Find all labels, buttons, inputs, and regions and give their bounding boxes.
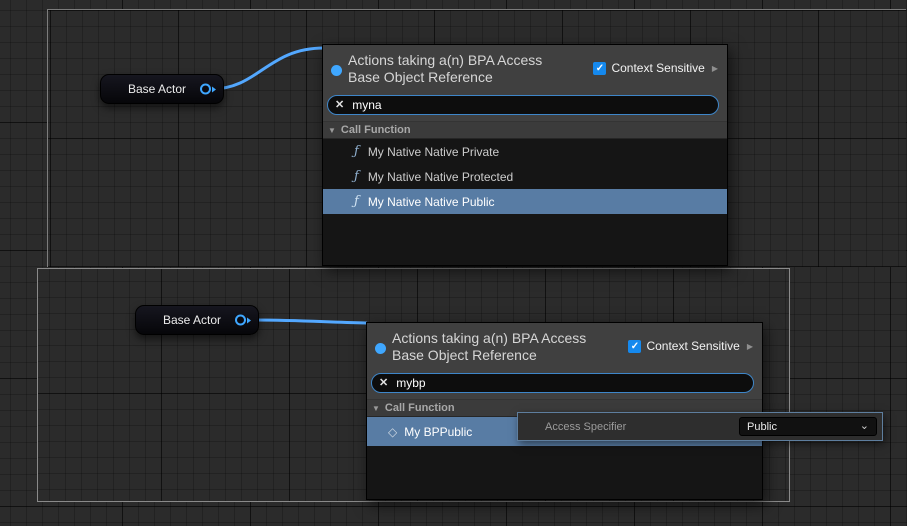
context-action-menu-bottom: Actions taking a(n) BPA Access Base Obje… [366, 322, 763, 500]
expand-arrow-icon[interactable]: ▶ [712, 64, 718, 73]
clear-search-icon[interactable]: ✕ [379, 378, 388, 389]
search-row: ✕ mybp [367, 371, 762, 399]
blueprint-function-diamond-icon: ◇ [388, 425, 397, 439]
context-sensitive-label: Context Sensitive [646, 339, 739, 353]
search-value: mybp [396, 376, 425, 390]
function-icon: ƒ [354, 144, 359, 159]
function-icon: ƒ [354, 169, 359, 184]
function-icon: ƒ [354, 194, 359, 209]
list-item-selected[interactable]: ƒ My Native Native Public [323, 189, 727, 214]
context-sensitive-checkbox[interactable]: ✓ [628, 340, 641, 353]
pin-arrow-icon [247, 317, 251, 323]
expand-arrow-icon[interactable]: ▶ [747, 342, 753, 351]
pin-circle-icon [200, 84, 211, 95]
search-row: ✕ myna [323, 93, 727, 121]
output-pin-icon[interactable] [235, 315, 251, 326]
list-item[interactable]: ƒ My Native Native Private [323, 139, 727, 164]
base-actor-node-top[interactable]: Base Actor [100, 74, 224, 104]
pin-arrow-icon [212, 86, 216, 92]
list-item[interactable]: ƒ My Native Native Protected [323, 164, 727, 189]
context-sensitive-checkbox[interactable]: ✓ [593, 62, 606, 75]
category-label: Call Function [385, 402, 455, 414]
object-pin-icon [375, 343, 386, 354]
category-call-function[interactable]: ▼ Call Function [323, 121, 727, 139]
chevron-down-icon: ⌄ [860, 422, 869, 431]
dropdown-value: Public [747, 421, 777, 433]
object-pin-icon [331, 65, 342, 76]
category-label: Call Function [341, 124, 411, 136]
pin-circle-icon [235, 315, 246, 326]
blueprint-editor: Base Actor Base Actor Actions taking a(n… [0, 0, 907, 526]
item-label: My Native Native Private [368, 145, 499, 159]
context-action-menu-top: Actions taking a(n) BPA Access Base Obje… [322, 44, 728, 266]
menu-header: Actions taking a(n) BPA Access Base Obje… [367, 323, 762, 371]
search-input[interactable]: ✕ myna [327, 95, 719, 115]
context-sensitive-toggle[interactable]: ✓ Context Sensitive ▶ [628, 339, 753, 353]
item-label: My BPPublic [404, 425, 472, 439]
search-value: myna [352, 98, 381, 112]
action-list: ƒ My Native Native Private ƒ My Native N… [323, 139, 727, 265]
access-specifier-dropdown[interactable]: Public ⌄ [739, 417, 877, 436]
node-label: Base Actor [128, 82, 186, 96]
context-sensitive-label: Context Sensitive [611, 61, 704, 75]
base-actor-node-bottom[interactable]: Base Actor [135, 305, 259, 335]
menu-header: Actions taking a(n) BPA Access Base Obje… [323, 45, 727, 93]
clear-search-icon[interactable]: ✕ [335, 100, 344, 111]
access-specifier-panel: Access Specifier Public ⌄ [517, 412, 883, 441]
node-label: Base Actor [163, 313, 221, 327]
collapse-arrow-icon: ▼ [328, 126, 336, 135]
search-input[interactable]: ✕ mybp [371, 373, 754, 393]
item-label: My Native Native Protected [368, 170, 513, 184]
item-label: My Native Native Public [368, 195, 495, 209]
access-specifier-label: Access Specifier [545, 421, 739, 433]
context-sensitive-toggle[interactable]: ✓ Context Sensitive ▶ [593, 61, 718, 75]
output-pin-icon[interactable] [200, 84, 216, 95]
collapse-arrow-icon: ▼ [372, 404, 380, 413]
